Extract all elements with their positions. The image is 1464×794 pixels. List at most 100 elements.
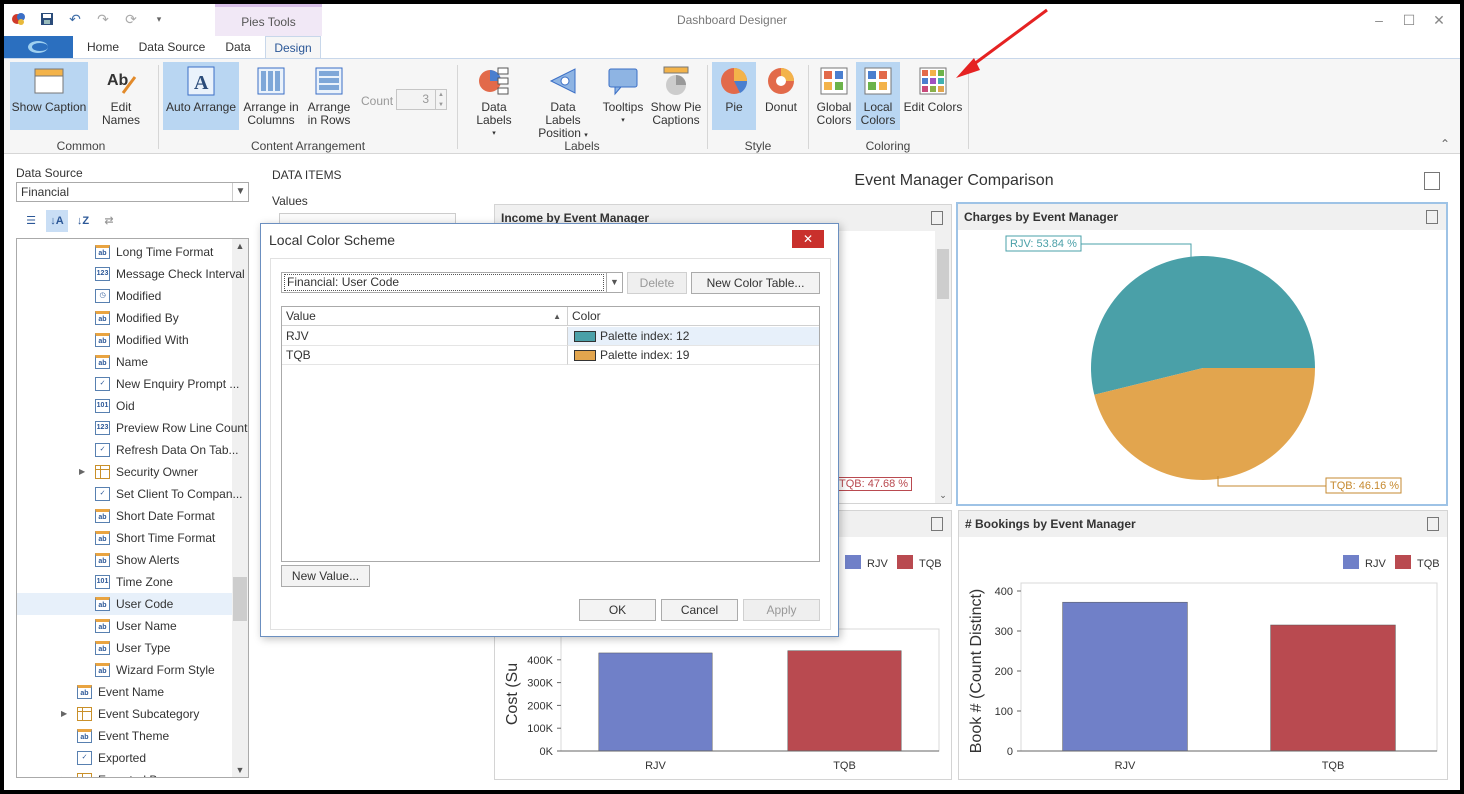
field-item[interactable]: 123 Message Check Interval (17, 263, 245, 285)
bar-tqb[interactable] (787, 650, 902, 752)
ribbon: Show Caption Ab Edit Names Common A Auto… (4, 58, 1460, 154)
expand-icon[interactable]: ▶ (79, 461, 85, 483)
tab-data[interactable]: Data (222, 36, 254, 58)
delete-button[interactable]: Delete (627, 272, 687, 294)
tooltips-button[interactable]: Tooltips ▾ (600, 62, 646, 130)
scroll-down-icon[interactable]: ▼ (232, 765, 248, 775)
grid-cell-color[interactable]: Palette index: 19 (568, 346, 819, 365)
field-item[interactable]: ab Show Alerts (17, 549, 232, 571)
minimize-button[interactable]: – (1364, 9, 1394, 31)
data-labels-button[interactable]: Data Labels ▾ (462, 62, 526, 137)
field-item[interactable]: 101 Time Zone (17, 571, 232, 593)
scroll-thumb[interactable] (233, 577, 247, 621)
title-bar: ↶ ↷ ⟳ ▾ Pies Tools Dashboard Designer – … (4, 4, 1460, 36)
new-color-table-button[interactable]: New Color Table... (691, 272, 820, 294)
refresh-icon[interactable]: ⟳ (122, 10, 140, 28)
y-tick-label: 0 (1007, 746, 1013, 758)
field-item[interactable]: ab Event Name (17, 681, 232, 703)
local-colors-button[interactable]: Local Colors (856, 62, 900, 130)
expand-icon[interactable]: ▶ (61, 703, 67, 725)
field-list-scrollbar[interactable]: ▲ ▼ (232, 239, 248, 777)
undo-icon[interactable]: ↶ (66, 10, 84, 28)
redo-icon[interactable]: ↷ (94, 10, 112, 28)
cancel-button[interactable]: Cancel (661, 599, 738, 621)
grid-cell-value[interactable]: TQB (282, 346, 568, 365)
pie-style-button[interactable]: Pie (712, 62, 756, 130)
new-value-button[interactable]: New Value... (281, 565, 370, 587)
export-icon[interactable] (1427, 517, 1439, 531)
column-header-color[interactable]: Color (568, 307, 819, 326)
bar-rjv[interactable] (598, 652, 713, 752)
tab-home[interactable]: Home (84, 36, 122, 58)
sort-ascending-icon[interactable]: ↓A (46, 210, 68, 232)
arrange-columns-button[interactable]: Arrange in Columns (242, 62, 300, 130)
field-item[interactable]: ab Short Date Format (17, 505, 232, 527)
data-labels-position-button[interactable]: Data Labels Position ▾ (531, 62, 595, 140)
export-icon[interactable] (931, 517, 943, 531)
global-colors-button[interactable]: Global Colors (813, 62, 855, 130)
bar-tqb[interactable] (1270, 624, 1396, 752)
ok-button[interactable]: OK (579, 599, 656, 621)
field-label: Modified (116, 289, 162, 303)
scroll-up-icon[interactable]: ▲ (232, 241, 248, 251)
field-item[interactable]: ab Wizard Form Style (17, 659, 232, 681)
field-item[interactable]: ab User Code (17, 593, 232, 615)
grid-cell-color[interactable]: Palette index: 12 (568, 327, 819, 346)
arrange-rows-button[interactable]: Arrange in Rows (304, 62, 354, 130)
auto-arrange-button[interactable]: A Auto Arrange (163, 62, 239, 130)
field-item[interactable]: ✓ Refresh Data On Tab... (17, 439, 239, 461)
maximize-button[interactable]: ☐ (1394, 9, 1424, 31)
count-spinner[interactable]: ▲ ▼ (436, 89, 447, 110)
close-window-button[interactable]: ✕ (1424, 9, 1454, 31)
chevron-down-icon[interactable]: ▼ (607, 272, 623, 293)
field-item[interactable]: ab Modified By (17, 307, 232, 329)
field-item[interactable]: ab User Name (17, 615, 232, 637)
column-header-value[interactable]: Value ▲ (282, 307, 568, 326)
field-item[interactable]: ab Modified With (17, 329, 232, 351)
application-menu-button[interactable] (4, 36, 73, 58)
export-icon[interactable] (1424, 172, 1440, 190)
scroll-thumb[interactable] (937, 249, 949, 299)
field-item[interactable]: ab Name (17, 351, 232, 373)
tab-data-source[interactable]: Data Source (138, 36, 206, 58)
bar-rjv[interactable] (1062, 601, 1188, 752)
data-source-select[interactable]: Financial ▼ (16, 182, 249, 202)
edit-names-button[interactable]: Ab Edit Names (90, 62, 152, 130)
export-icon[interactable] (1426, 210, 1438, 224)
show-caption-icon (33, 65, 65, 97)
field-item[interactable]: ◷ Modified (17, 285, 232, 307)
field-item[interactable]: 101 Oid (17, 395, 232, 417)
grid-cell-value[interactable]: RJV (282, 327, 568, 346)
field-item[interactable]: ab User Type (17, 637, 232, 659)
donut-style-button[interactable]: Donut (759, 62, 803, 130)
expand-icon[interactable]: ▶ (61, 769, 67, 777)
charges-pie-item[interactable]: Charges by Event Manager RJV: 53.84 % TQB… (956, 202, 1448, 506)
count-input[interactable]: 3 (396, 89, 436, 110)
export-icon[interactable] (931, 211, 943, 225)
chevron-down-icon[interactable]: ▼ (232, 183, 248, 201)
refresh-fields-icon[interactable]: ⇄ (98, 210, 120, 232)
item-scrollbar[interactable]: ⌄ (935, 231, 951, 503)
show-pie-captions-button[interactable]: Show Pie Captions (650, 62, 702, 130)
collapse-ribbon-icon[interactable]: ⌃ (1440, 137, 1450, 151)
field-item[interactable]: ✓ New Enquiry Prompt ... (17, 373, 239, 395)
sort-descending-icon[interactable]: ↓Z (72, 210, 94, 232)
tab-design[interactable]: Design (265, 36, 321, 58)
field-item[interactable]: ✓ Exported (17, 747, 232, 769)
field-item[interactable]: ▶ Exported By (17, 769, 232, 777)
field-item[interactable]: 123 Preview Row Line Count (17, 417, 247, 439)
field-item[interactable]: ab Event Theme (17, 725, 232, 747)
field-item[interactable]: ▶ Event Subcategory (17, 703, 232, 725)
field-item[interactable]: ab Long Time Format (17, 241, 232, 263)
apply-button[interactable]: Apply (743, 599, 820, 621)
dialog-close-button[interactable]: ✕ (792, 230, 824, 248)
scroll-down-icon[interactable]: ⌄ (935, 490, 951, 501)
show-caption-button[interactable]: Show Caption (10, 62, 88, 130)
color-table-combo[interactable]: Financial: User Code (281, 272, 607, 293)
field-item[interactable]: ✓ Set Client To Compan... (17, 483, 243, 505)
field-item[interactable]: ab Short Time Format (17, 527, 232, 549)
save-icon[interactable] (38, 10, 56, 28)
customize-qat-icon[interactable]: ▾ (150, 10, 168, 28)
group-by-type-icon[interactable]: ☰ (20, 210, 42, 232)
field-item[interactable]: ▶ Security Owner (17, 461, 232, 483)
